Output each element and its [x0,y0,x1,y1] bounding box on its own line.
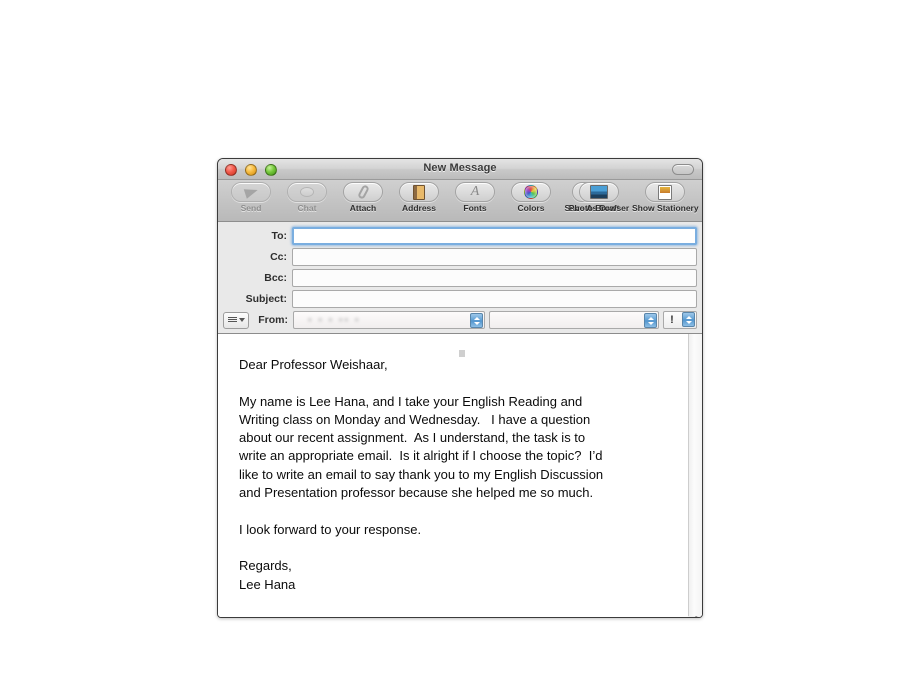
bcc-row: Bcc: [223,268,697,287]
chat-button[interactable]: Chat [279,180,335,213]
from-signature-select[interactable] [489,311,659,329]
from-account-value: ▪ ▪ ▪ ▪▪ ▪ [308,314,361,326]
window-titlebar[interactable]: New Message [218,159,702,180]
subject-label: Subject: [245,292,287,305]
send-icon [243,185,259,199]
paperclip-icon [356,184,370,200]
fonts-icon: A [470,184,480,199]
toolbar-left-group: Send Chat Attach Address A Fonts Colors … [223,180,625,213]
message-toolbar: Send Chat Attach Address A Fonts Colors … [218,180,702,222]
attach-button[interactable]: Attach [335,180,391,213]
to-row: To: [223,226,697,245]
hamburger-icon [227,317,237,323]
from-row: From: ▪ ▪ ▪ ▪▪ ▪ ! [223,310,697,330]
chat-button-face [287,182,327,202]
color-wheel-icon [524,185,538,199]
priority-stepper-icon[interactable] [682,312,695,327]
body-vertical-scrollbar[interactable] [688,334,702,617]
colors-button[interactable]: Colors [503,180,559,213]
send-button-label: Send [240,203,262,213]
photo-browser-button-label: Photo Browser [568,203,630,213]
photo-browser-button-face [579,182,619,202]
address-book-icon [413,184,425,200]
attach-button-label: Attach [349,203,377,213]
from-label: From: [258,314,288,326]
from-signature-stepper-icon[interactable] [644,313,657,328]
priority-icon: ! [670,314,674,326]
message-headers: To: Cc: Bcc: Subject: From: ▪ ▪ ▪ ▪▪ ▪ ! [218,222,702,334]
send-button-face [231,182,271,202]
bcc-input[interactable] [292,268,697,287]
address-button-label: Address [401,203,436,213]
bcc-label: Bcc: [264,271,287,284]
stationery-icon [658,184,672,200]
message-body-area: Dear Professor Weishaar, My name is Lee … [218,334,702,617]
subject-row: Subject: [223,289,697,308]
fonts-button-label: Fonts [463,203,487,213]
from-account-stepper-icon[interactable] [470,313,483,328]
text-cursor-artifact [459,350,465,357]
fonts-button-face: A [455,182,495,202]
to-label: To: [271,229,287,242]
from-account-select[interactable]: ▪ ▪ ▪ ▪▪ ▪ [293,311,485,329]
address-button-face [399,182,439,202]
message-body-textarea[interactable]: Dear Professor Weishaar, My name is Lee … [218,334,688,617]
address-button[interactable]: Address [391,180,447,213]
show-stationery-button[interactable]: Show Stationery [632,180,699,213]
subject-input[interactable] [292,289,697,308]
colors-button-face [511,182,551,202]
window-title: New Message [423,162,497,174]
chat-icon [300,187,314,197]
cc-label: Cc: [270,250,287,263]
header-fields-menu-button[interactable] [223,311,249,329]
new-message-window: New Message Send Chat Attach Address A F… [217,158,703,618]
toolbar-toggle-button[interactable] [672,164,694,175]
photo-browser-icon [590,185,608,199]
window-resize-grip[interactable] [688,616,702,617]
cc-input[interactable] [292,247,697,266]
send-button[interactable]: Send [223,180,279,213]
show-stationery-button-face [645,182,685,202]
colors-button-label: Colors [517,203,545,213]
attach-button-face [343,182,383,202]
photo-browser-button[interactable]: Photo Browser [566,180,632,213]
fonts-button[interactable]: A Fonts [447,180,503,213]
cc-row: Cc: [223,247,697,266]
to-input[interactable] [292,226,697,245]
chat-button-label: Chat [297,203,317,213]
priority-select[interactable]: ! [663,311,697,329]
toolbar-right-group: Photo Browser Show Stationery [566,180,699,213]
chevron-down-icon [238,318,245,322]
show-stationery-button-label: Show Stationery [632,203,699,213]
